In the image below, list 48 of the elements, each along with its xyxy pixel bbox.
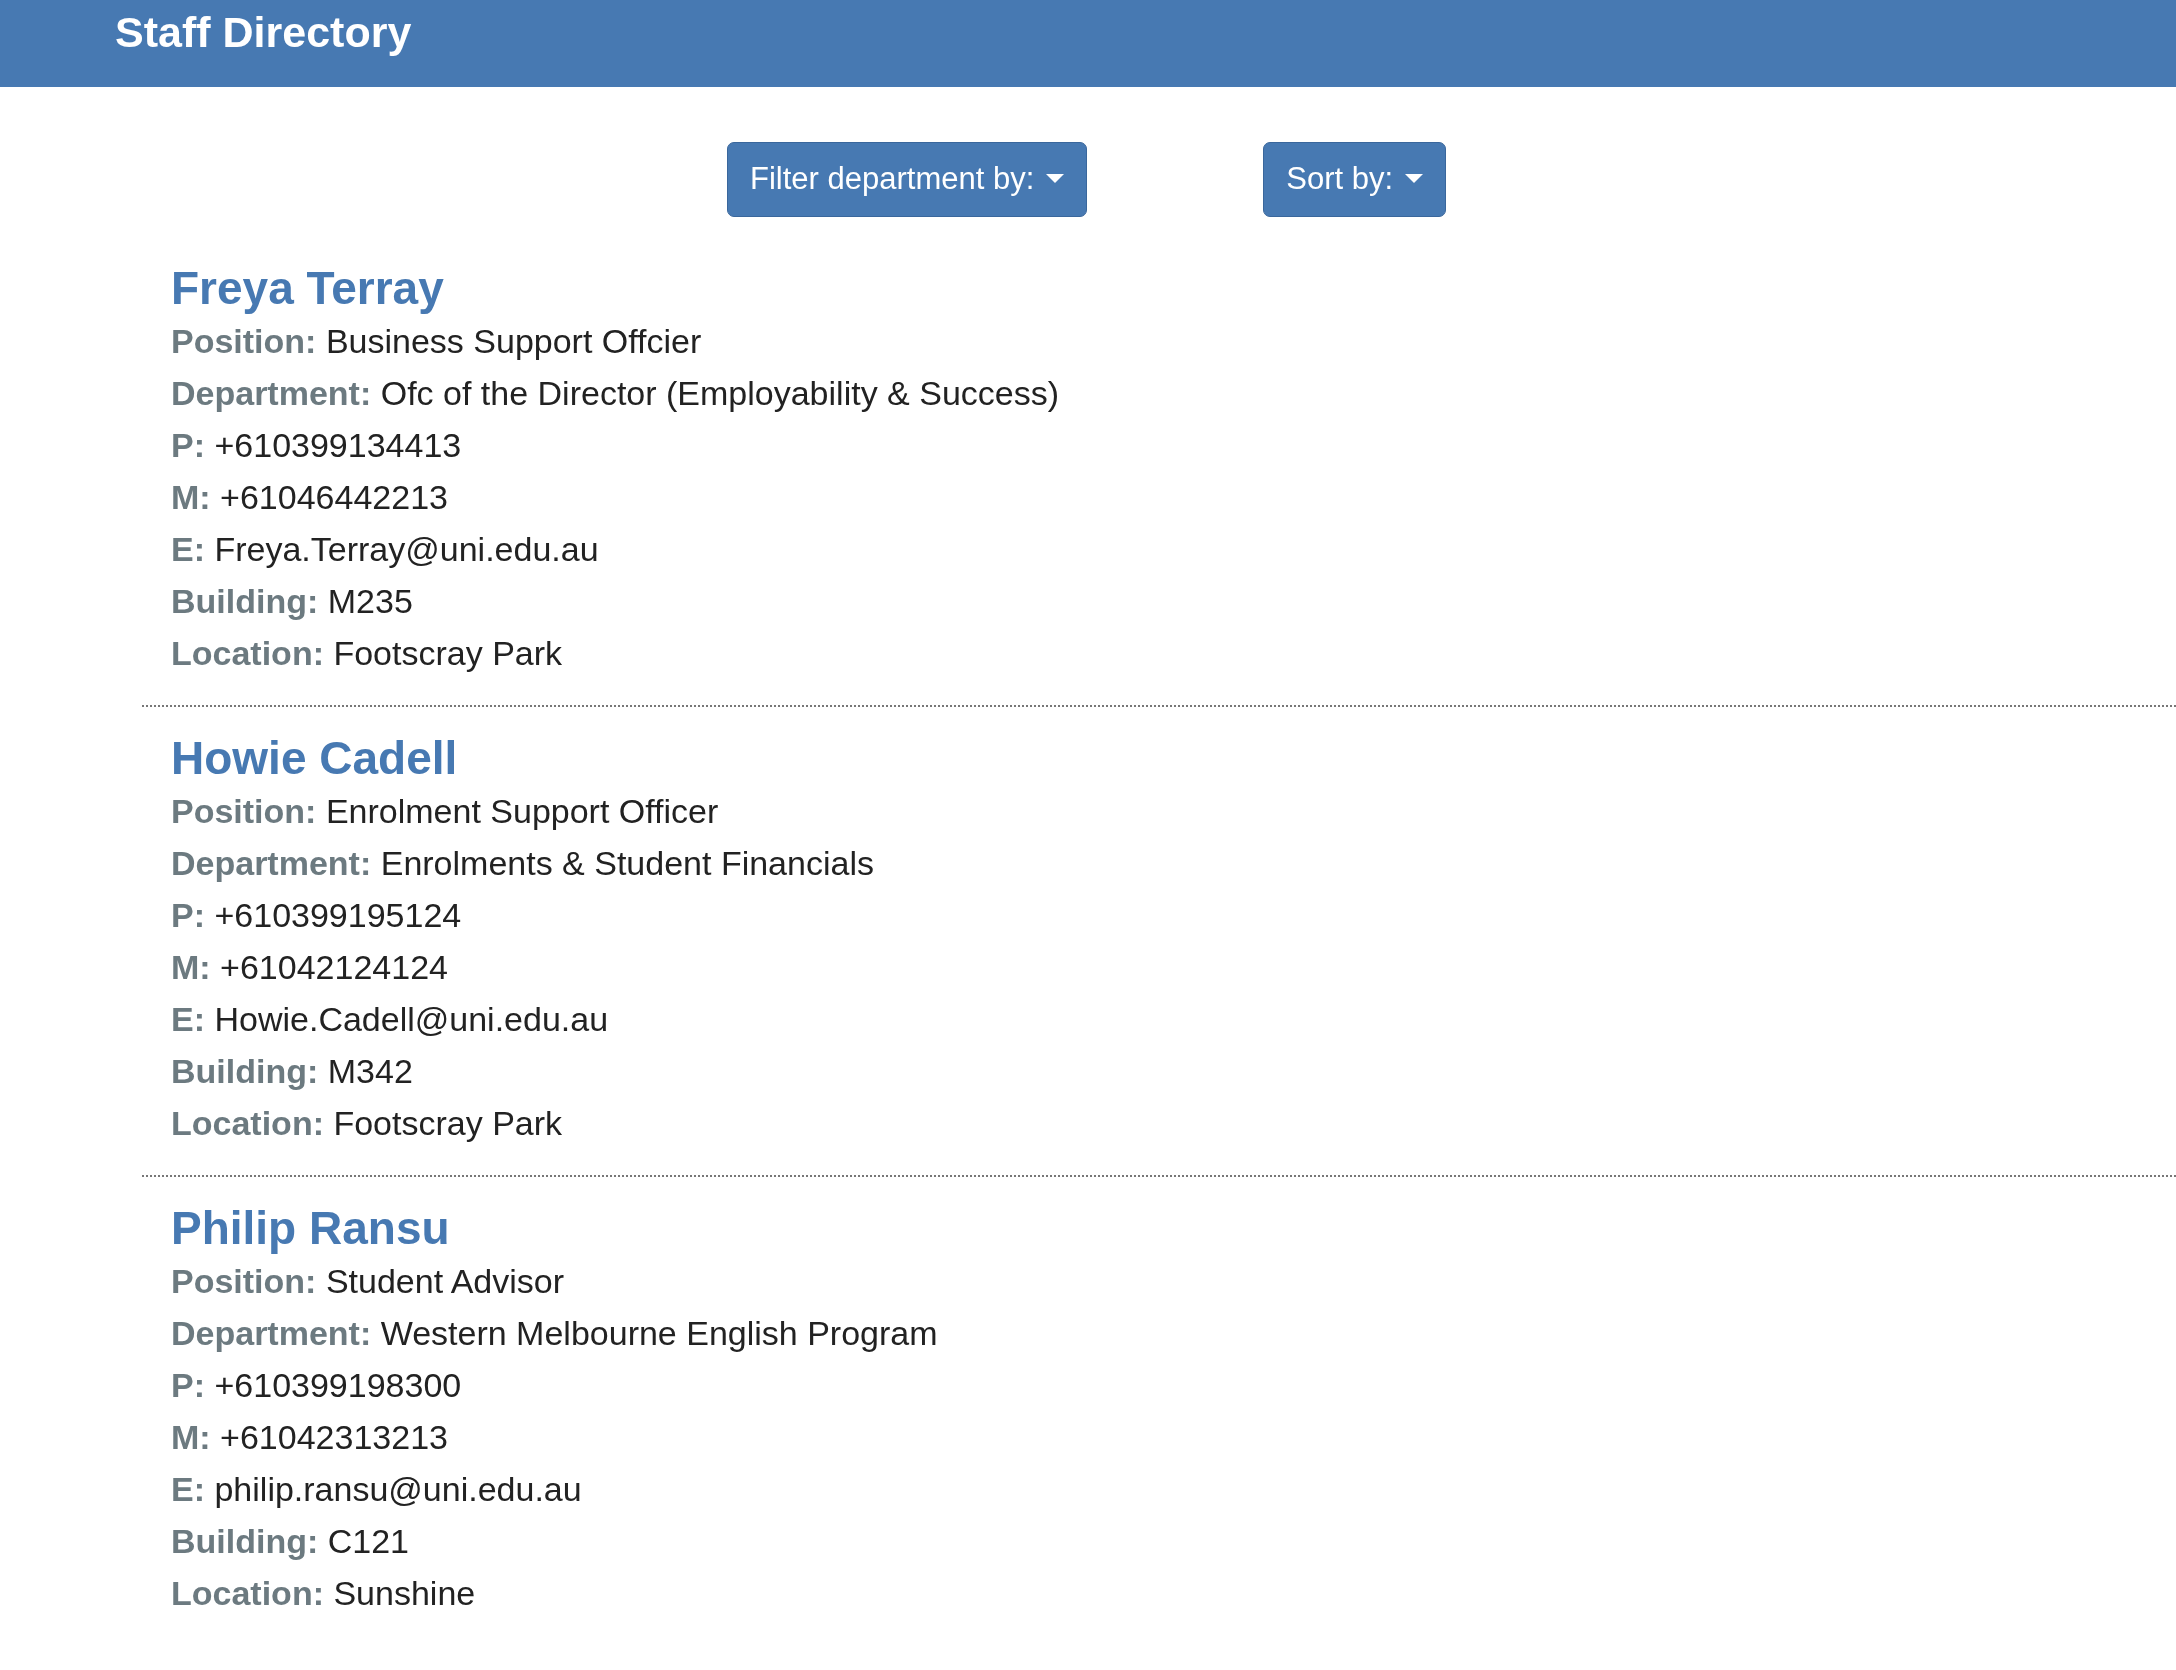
field-label: M: (171, 948, 211, 986)
field-label: P: (171, 896, 205, 934)
field-value: +610399195124 (214, 896, 462, 934)
field-label: P: (171, 1366, 205, 1404)
field-label: Position: (171, 322, 317, 360)
field-label: Department: (171, 374, 372, 412)
field-label: M: (171, 478, 211, 516)
field-label: Building: (171, 582, 319, 620)
field-value: Enrolments & Student Financials (380, 844, 874, 882)
field-value: Business Support Offcier (325, 322, 702, 360)
field-value: Howie.Cadell@uni.edu.au (214, 1000, 609, 1038)
field-label: E: (171, 1470, 205, 1508)
field-value: Freya.Terray@uni.edu.au (214, 530, 599, 568)
field-value: +61042124124 (220, 948, 448, 986)
field-value: Footscray Park (333, 1104, 563, 1142)
field-label: Location: (171, 1574, 324, 1612)
field-label: E: (171, 530, 205, 568)
staff-name: Freya Terray (171, 261, 445, 315)
dropdown-button[interactable]: Filter department by: (727, 142, 1088, 217)
field-label: Building: (171, 1522, 319, 1560)
field-value: Western Melbourne English Program (380, 1314, 938, 1352)
field-label: P: (171, 426, 205, 464)
field-value: Ofc of the Director (Employability & Success) (380, 374, 1060, 412)
field-value: +61042313213 (220, 1418, 448, 1456)
staff-name: Howie Cadell (171, 731, 459, 785)
page-title: Staff Directory (115, 7, 413, 54)
field-value: +610399134413 (214, 426, 462, 464)
field-value: Footscray Park (333, 634, 563, 672)
field-label: Location: (171, 634, 324, 672)
field-label: Position: (171, 1262, 317, 1300)
field-label: Location: (171, 1104, 324, 1142)
field-value: +610399198300 (214, 1366, 462, 1404)
field-label: Department: (171, 1314, 372, 1352)
field-value: M342 (327, 1052, 413, 1090)
field-value: Student Advisor (325, 1262, 565, 1300)
field-label: Building: (171, 1052, 319, 1090)
staff-name: Philip Ransu (171, 1201, 451, 1255)
field-label: E: (171, 1000, 205, 1038)
dropdown-button[interactable]: Sort by: (1263, 142, 1447, 217)
field-value: M235 (327, 582, 413, 620)
field-value: Enrolment Support Officer (325, 792, 719, 830)
field-value: +61046442213 (220, 478, 448, 516)
field-label: Position: (171, 792, 317, 830)
field-label: M: (171, 1418, 211, 1456)
field-value: philip.ransu@uni.edu.au (214, 1470, 582, 1508)
field-value: Sunshine (333, 1574, 476, 1612)
field-value: C121 (327, 1522, 410, 1560)
field-label: Department: (171, 844, 372, 882)
